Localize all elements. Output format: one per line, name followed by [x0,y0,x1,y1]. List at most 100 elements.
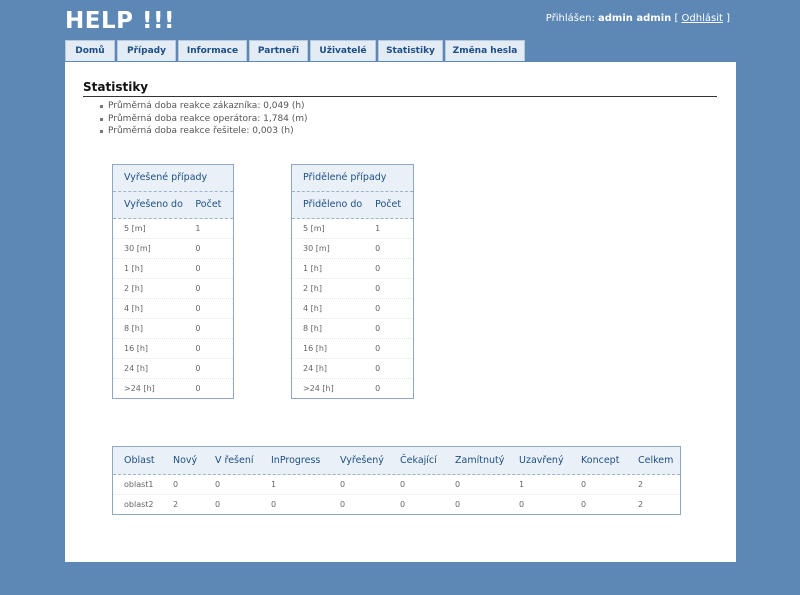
table-row: 30 [m] 0 [292,239,413,259]
tab-partners[interactable]: Partneři [249,40,308,61]
tab-statistics[interactable]: Statistiky [378,40,443,61]
tab-information[interactable]: Informace [178,40,247,61]
table-row: 5 [m] 1 [292,219,413,239]
table-row: 5 [m] 1 [113,219,233,239]
col-resolved-within: Vyřešeno do [124,199,183,210]
cell: 30 [m] [303,244,330,253]
cell: 0 [195,304,201,313]
cell: 4 [h] [303,304,322,313]
cell: 2 [173,500,179,509]
cell: >24 [h] [303,384,334,393]
table-row: >24 [h] 0 [113,379,233,398]
cell: 1 [375,224,381,233]
cell: 1 [h] [303,264,322,273]
cell: 0 [340,500,346,509]
cell: 0 [400,500,406,509]
cell: 1 [h] [124,264,143,273]
logged-in-label: Přihlášen: [545,13,595,24]
col-in-solving: V řešení [215,455,254,466]
table-row: 1 [h] 0 [113,259,233,279]
col-new: Nový [173,455,198,466]
cell: 0 [340,480,346,489]
table-row: 2 [h] 0 [113,279,233,299]
table-row: 8 [h] 0 [292,319,413,339]
table-row: 4 [h] 0 [292,299,413,319]
cell: 5 [m] [124,224,146,233]
tab-home[interactable]: Domů [65,40,115,61]
tab-change-password[interactable]: Změna hesla [445,40,525,61]
tab-cases[interactable]: Případy [117,40,176,61]
cell: 0 [375,324,381,333]
table-row: 4 [h] 0 [113,299,233,319]
app-title: HELP !!! [65,8,175,34]
user-bar: Přihlášen: admin admin [ Odhlásit ] [546,13,730,24]
cell: 0 [195,344,201,353]
cell: 1 [519,480,525,489]
page-title: Statistiky [83,80,717,97]
cell: 8 [h] [124,324,143,333]
col-resolved: Vyřešený [340,455,384,466]
cell: 0 [195,364,201,373]
cell: 0 [195,244,201,253]
cell: 0 [375,304,381,313]
col-area: Oblast [124,455,155,466]
cell: 0 [271,500,277,509]
col-closed: Uzavřený [519,455,564,466]
cell: 0 [195,384,201,393]
cell: 0 [195,264,201,273]
col-waiting: Čekající [400,455,437,466]
table-row: 16 [h] 0 [113,339,233,359]
cell: 30 [m] [124,244,151,253]
table-row: oblast1 0 0 1 0 0 0 1 0 2 [113,475,680,495]
cell: 5 [m] [303,224,325,233]
table-row: 16 [h] 0 [292,339,413,359]
cell: 0 [581,480,587,489]
cell: >24 [h] [124,384,155,393]
cell: 0 [375,244,381,253]
cell: 0 [215,500,221,509]
avg-solver-response: Průměrná doba reakce řešitele: 0,003 (h) [100,125,308,138]
cell: 2 [638,480,644,489]
cell: 0 [173,480,179,489]
user-name: admin admin [598,13,672,24]
cell: 0 [375,284,381,293]
cell: 2 [h] [303,284,322,293]
col-assigned-within: Přiděleno do [303,199,363,210]
col-total: Celkem [638,455,674,466]
main-nav: Domů Případy Informace Partneři Uživatel… [65,40,527,62]
resolved-title: Vyřešené případy [113,165,233,192]
avg-customer-response: Průměrná doba reakce zákazníka: 0,049 (h… [100,100,308,113]
table-row: 24 [h] 0 [113,359,233,379]
col-inprogress: InProgress [271,455,321,466]
col-count: Počet [195,199,222,210]
cell: 1 [195,224,201,233]
cell: 2 [638,500,644,509]
cell: 8 [h] [303,324,322,333]
cell: 2 [h] [124,284,143,293]
cell: 0 [455,500,461,509]
main-content: Statistiky Průměrná doba reakce zákazník… [65,62,736,562]
cell: 16 [h] [124,344,149,353]
cell: 0 [215,480,221,489]
assigned-cases-table: Přidělené případy Přiděleno do Počet 5 [… [291,164,414,399]
area-stats-table: Oblast Nový V řešení InProgress Vyřešený… [112,446,681,515]
bracket-close: ] [726,13,730,24]
logout-link[interactable]: Odhlásit [682,13,723,24]
cell: 1 [271,480,277,489]
col-rejected: Zamítnutý [455,455,505,466]
resolved-header: Vyřešeno do Počet [113,192,233,219]
cell: 0 [400,480,406,489]
tab-users[interactable]: Uživatelé [310,40,376,61]
cell: 16 [h] [303,344,328,353]
cell: 0 [195,324,201,333]
cell: 0 [519,500,525,509]
cell: oblast2 [124,500,154,509]
area-stats-header: Oblast Nový V řešení InProgress Vyřešený… [113,447,680,475]
cell: 0 [375,364,381,373]
cell: 0 [195,284,201,293]
table-row: >24 [h] 0 [292,379,413,398]
cell: 0 [375,384,381,393]
table-row: 8 [h] 0 [113,319,233,339]
cell: 0 [581,500,587,509]
assigned-header: Přiděleno do Počet [292,192,413,219]
